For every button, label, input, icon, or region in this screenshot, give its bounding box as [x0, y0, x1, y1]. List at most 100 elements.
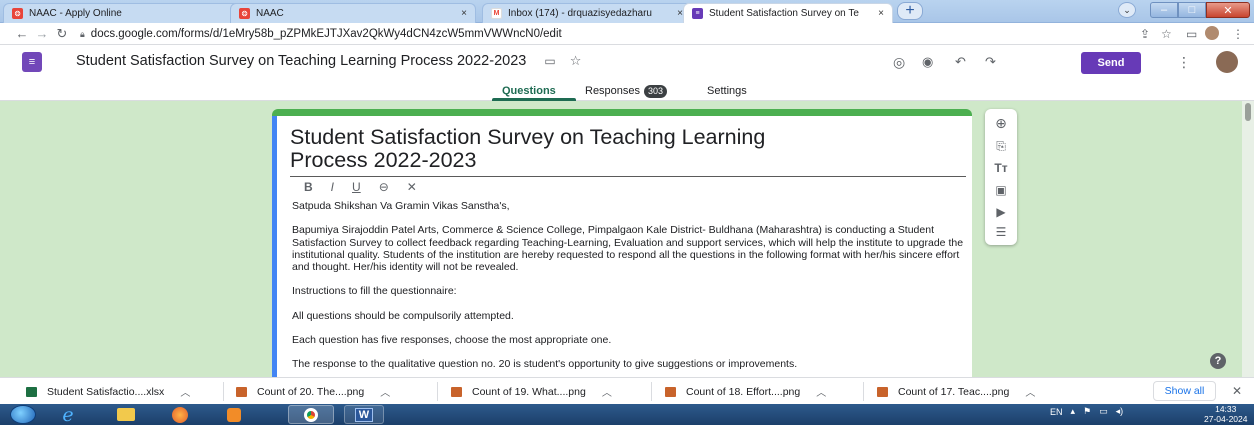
- naac-favicon-icon: ❂: [239, 8, 250, 19]
- browser-tab[interactable]: ❂ NAAC ×: [230, 3, 476, 23]
- folder-icon: [117, 408, 135, 421]
- firefox-logo-icon: [172, 406, 188, 423]
- form-description[interactable]: Satpuda Shikshan Va Gramin Vikas Sanstha…: [292, 200, 964, 377]
- url-field[interactable]: 🔒︎ docs.google.com/forms/d/1eMry58b_pZPM…: [80, 26, 562, 42]
- start-button[interactable]: [2, 405, 44, 424]
- internet-explorer-icon[interactable]: e: [52, 404, 84, 426]
- back-icon[interactable]: ←: [12, 26, 32, 41]
- download-item[interactable]: Student Satisfactio....xlsx ︿: [26, 384, 190, 399]
- image-file-icon: [236, 386, 247, 397]
- lock-icon: 🔒︎: [80, 28, 85, 39]
- palette-icon[interactable]: ◎: [893, 54, 905, 71]
- chevron-up-icon[interactable]: ︿: [380, 384, 390, 399]
- show-hidden-icons[interactable]: ▴: [1071, 406, 1076, 417]
- add-image-icon[interactable]: ▣: [985, 183, 1017, 197]
- response-count-badge: 303: [644, 85, 668, 98]
- chevron-up-icon[interactable]: ︿: [1025, 384, 1035, 399]
- system-clock[interactable]: 14:33 27-04-2024: [1204, 404, 1247, 424]
- link-icon[interactable]: ⊖: [379, 180, 389, 194]
- more-options-icon[interactable]: ⋮: [1177, 54, 1191, 71]
- add-section-icon[interactable]: ☰: [985, 225, 1017, 239]
- divider: [863, 382, 864, 401]
- scrollbar[interactable]: [1242, 101, 1254, 377]
- gmail-favicon-icon: M: [491, 8, 502, 19]
- downloads-bar: Student Satisfactio....xlsx ︿ Count of 2…: [0, 377, 1254, 404]
- form-title-input[interactable]: Student Satisfaction Survey on Teaching …: [290, 126, 966, 177]
- window-close-icon[interactable]: ✕: [1206, 2, 1250, 18]
- italic-icon[interactable]: I: [331, 180, 334, 194]
- bold-icon[interactable]: B: [304, 180, 313, 194]
- download-item[interactable]: Count of 20. The....png ︿: [236, 384, 390, 399]
- undo-icon[interactable]: ↶: [955, 54, 966, 70]
- reload-icon[interactable]: ↻: [52, 26, 72, 42]
- side-panel-icon[interactable]: ▭: [1186, 27, 1197, 41]
- network-icon[interactable]: ▭: [1099, 406, 1108, 417]
- chrome-taskbar-button[interactable]: [288, 405, 334, 424]
- browser-tab[interactable]: M Inbox (174) - drquazisyedazharu ×: [482, 3, 692, 23]
- word-logo-icon: W: [354, 407, 374, 422]
- star-icon[interactable]: ☆: [570, 53, 582, 68]
- tab-search-icon[interactable]: ⌄: [1118, 2, 1136, 18]
- windows-taskbar: e W EN ▴ ⚑ ▭ ◂) 14:33 27-04-2024: [0, 404, 1254, 426]
- image-file-icon: [451, 386, 462, 397]
- help-icon[interactable]: ?: [1210, 353, 1226, 369]
- card-focus-bar: [272, 116, 277, 377]
- media-player-icon[interactable]: [220, 405, 248, 424]
- add-question-icon[interactable]: ⊕: [985, 115, 1017, 132]
- divider: [651, 382, 652, 401]
- tab-questions[interactable]: Questions: [502, 85, 556, 97]
- floating-toolbar: ⊕ ⎘ Tт ▣ ▶ ☰: [985, 109, 1017, 245]
- forms-header: ≡ Student Satisfaction Survey on Teachin…: [0, 45, 1254, 101]
- download-item[interactable]: Count of 18. Effort....png ︿: [665, 384, 826, 399]
- forward-icon[interactable]: →: [32, 26, 52, 41]
- redo-icon[interactable]: ↷: [985, 54, 996, 70]
- browser-tab-active[interactable]: ≡ Student Satisfaction Survey on Te ×: [683, 3, 893, 23]
- tab-responses[interactable]: Responses 303: [585, 85, 668, 98]
- divider: [437, 382, 438, 401]
- firefox-icon[interactable]: [164, 405, 196, 424]
- google-forms-logo-icon[interactable]: ≡: [22, 52, 42, 72]
- file-explorer-icon[interactable]: [110, 405, 142, 424]
- naac-favicon-icon: ❂: [12, 8, 23, 19]
- form-title-card[interactable]: Student Satisfaction Survey on Teaching …: [272, 109, 972, 377]
- browser-tab[interactable]: ❂ NAAC - Apply Online ×: [3, 3, 256, 23]
- word-taskbar-button[interactable]: W: [344, 405, 384, 424]
- maximize-icon[interactable]: □: [1178, 2, 1206, 18]
- import-questions-icon[interactable]: ⎘: [985, 139, 1017, 154]
- new-tab-button[interactable]: +: [897, 2, 923, 20]
- underline-icon[interactable]: U: [352, 180, 361, 194]
- browser-menu-icon[interactable]: ⋮: [1232, 27, 1244, 41]
- form-editor-area: Student Satisfaction Survey on Teaching …: [0, 101, 1254, 377]
- chevron-up-icon[interactable]: ︿: [816, 384, 826, 399]
- clear-formatting-icon[interactable]: ✕: [407, 180, 417, 194]
- volume-icon[interactable]: ◂): [1116, 406, 1124, 417]
- add-title-icon[interactable]: Tт: [985, 161, 1017, 175]
- close-downloads-icon[interactable]: ✕: [1232, 384, 1242, 398]
- close-tab-icon[interactable]: ×: [878, 8, 884, 19]
- scrollbar-thumb[interactable]: [1245, 103, 1251, 121]
- user-avatar[interactable]: [1216, 51, 1238, 73]
- document-title[interactable]: Student Satisfaction Survey on Teaching …: [76, 53, 581, 69]
- show-all-downloads-button[interactable]: Show all: [1153, 381, 1216, 401]
- image-file-icon: [877, 386, 888, 397]
- preview-eye-icon[interactable]: ◉: [922, 54, 933, 70]
- language-indicator[interactable]: EN: [1050, 407, 1063, 417]
- chevron-up-icon[interactable]: ︿: [180, 384, 190, 399]
- download-item[interactable]: Count of 19. What....png ︿: [451, 384, 612, 399]
- send-button[interactable]: Send: [1081, 52, 1141, 74]
- profile-avatar[interactable]: [1205, 26, 1219, 40]
- tab-settings[interactable]: Settings: [707, 85, 747, 97]
- browser-tab-strip: ❂ NAAC - Apply Online × ❂ NAAC × M Inbox…: [0, 0, 1254, 23]
- excel-file-icon: [26, 386, 37, 397]
- move-folder-icon[interactable]: ▭: [544, 54, 555, 68]
- action-center-flag-icon[interactable]: ⚑: [1083, 406, 1091, 417]
- minimize-icon[interactable]: –: [1150, 2, 1178, 18]
- address-bar: ← → ↻ 🔒︎ docs.google.com/forms/d/1eMry58…: [0, 23, 1254, 45]
- divider: [223, 382, 224, 401]
- share-icon[interactable]: ⇪: [1140, 27, 1150, 41]
- download-item[interactable]: Count of 17. Teac....png ︿: [877, 384, 1035, 399]
- close-tab-icon[interactable]: ×: [461, 8, 467, 19]
- bookmark-star-icon[interactable]: ☆: [1161, 27, 1172, 41]
- chevron-up-icon[interactable]: ︿: [602, 384, 612, 399]
- add-video-icon[interactable]: ▶: [985, 205, 1017, 219]
